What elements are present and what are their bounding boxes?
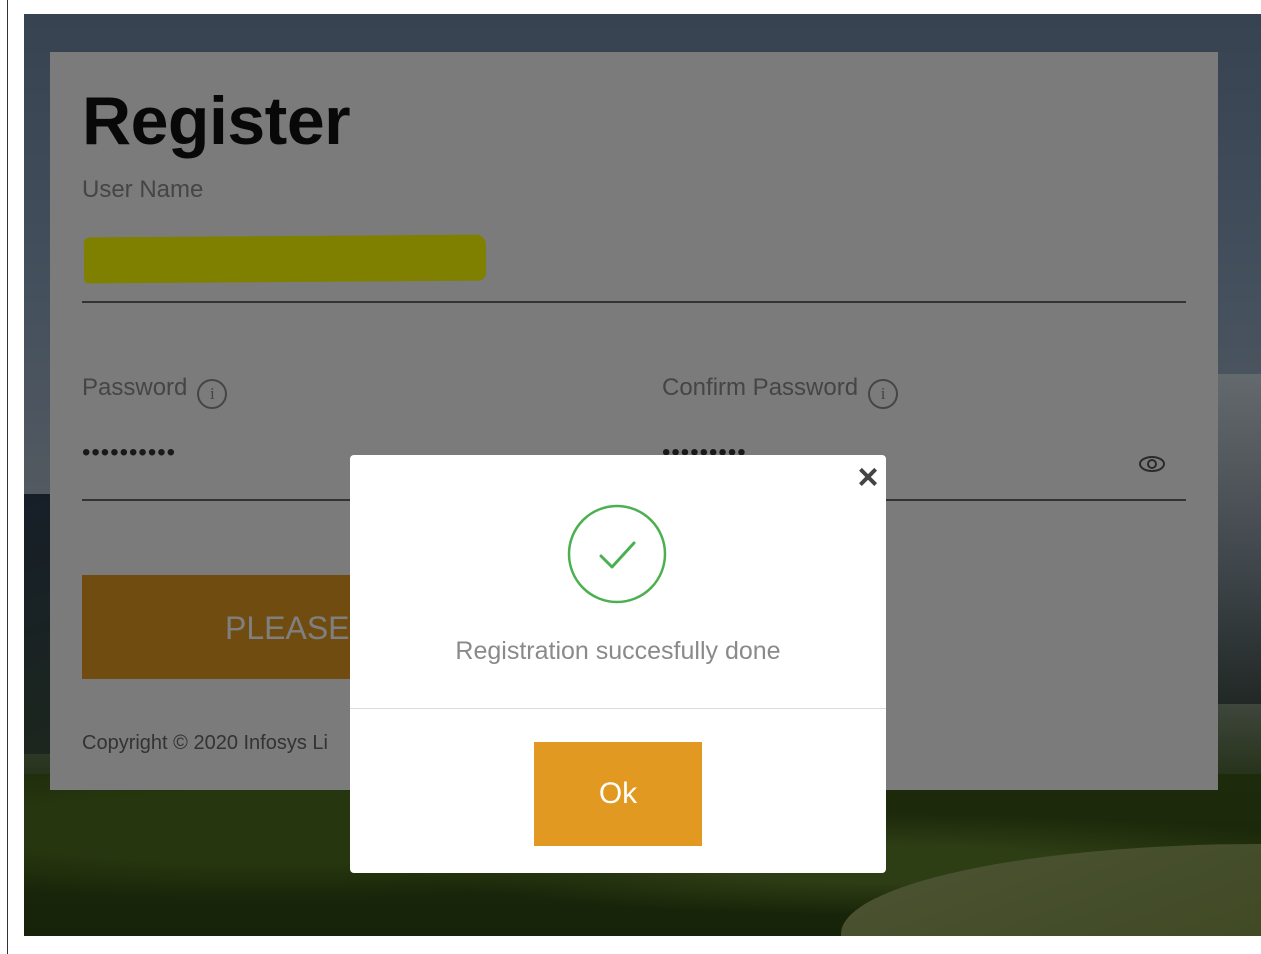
dialog-message: Registration succesfully done — [455, 637, 781, 665]
ok-button[interactable]: Ok — [534, 742, 702, 846]
check-circle-icon — [567, 504, 667, 604]
dialog-divider — [350, 708, 886, 709]
success-dialog: × Registration succesfully done Ok — [350, 455, 886, 873]
close-icon[interactable]: × — [850, 459, 886, 495]
left-border — [7, 0, 8, 954]
